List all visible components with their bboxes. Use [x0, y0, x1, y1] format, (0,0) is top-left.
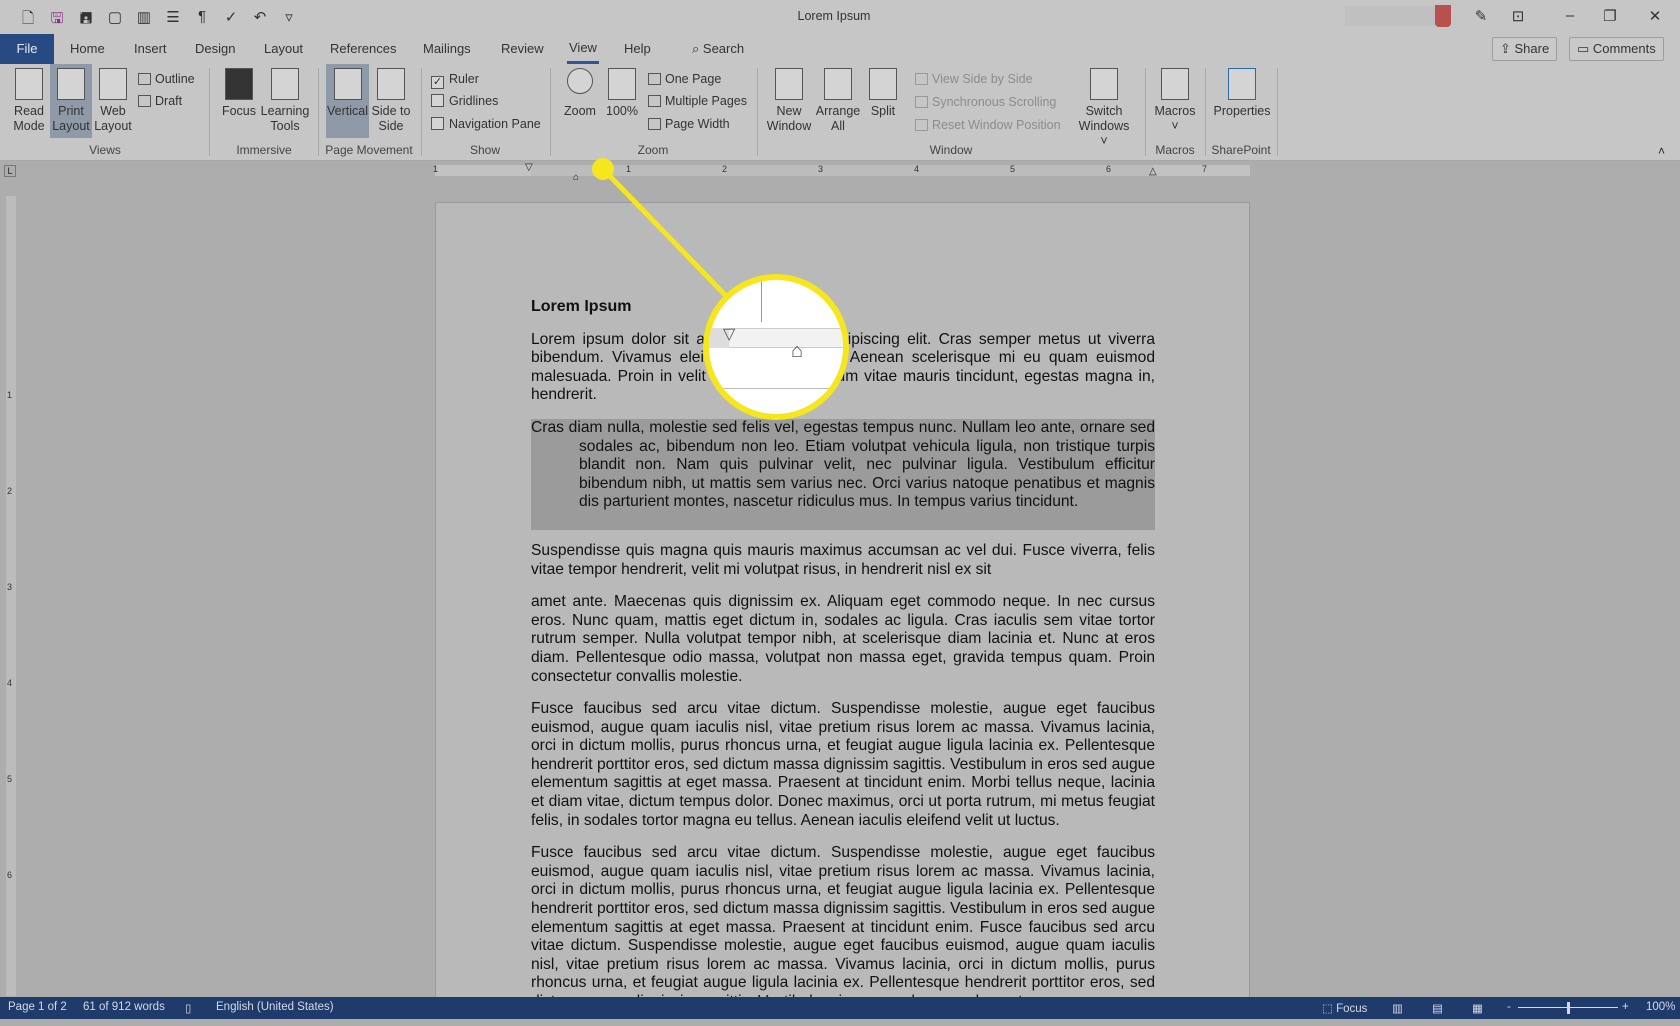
read-mode-icon[interactable]: ▥: [1392, 1001, 1403, 1015]
first-line-indent-zoom-icon: ▽: [723, 326, 736, 343]
page-count[interactable]: Page 1 of 2: [8, 1001, 67, 1013]
word-count[interactable]: 61 of 912 words: [83, 1001, 165, 1013]
zoom-in-button[interactable]: +: [1622, 1001, 1629, 1013]
hanging-indent-zoom-icon: ⌂: [791, 340, 804, 362]
callout-line: [601, 167, 732, 302]
web-layout-icon[interactable]: ▦: [1472, 1001, 1483, 1015]
zoom-level[interactable]: 100%: [1646, 1001, 1675, 1013]
language[interactable]: English (United States): [216, 1001, 334, 1013]
focus-mode-button[interactable]: ⬚ Focus: [1322, 1001, 1367, 1015]
print-layout-icon[interactable]: ▤: [1432, 1001, 1443, 1015]
zoom-slider-thumb[interactable]: [1567, 1002, 1570, 1014]
callout-dot: [592, 158, 614, 180]
zoom-out-button[interactable]: -: [1507, 1001, 1511, 1013]
focus-label: Focus: [1336, 1003, 1368, 1015]
proofing-icon[interactable]: ▯: [185, 1001, 191, 1015]
status-bar: Page 1 of 2 61 of 912 words ▯ English (U…: [0, 997, 1680, 1019]
magnified-ruler-callout: ▽ ⌂: [703, 274, 849, 420]
